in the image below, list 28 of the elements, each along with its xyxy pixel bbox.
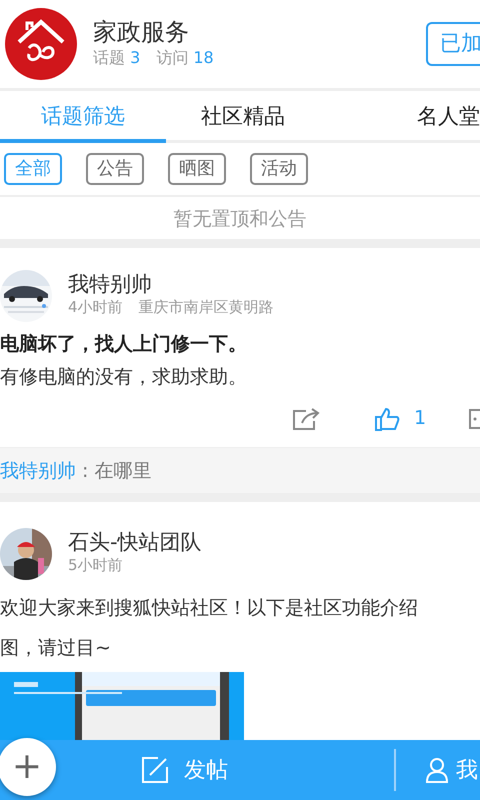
author-name: 我特别帅	[68, 273, 153, 296]
edit-icon	[142, 757, 168, 783]
filter-chip[interactable]: 全部	[4, 153, 62, 185]
tab[interactable]: 名人堂	[320, 91, 480, 143]
joined-button[interactable]: 已加	[426, 22, 480, 66]
comment-icon	[468, 408, 480, 430]
post-time: 4小时前	[68, 297, 123, 318]
filter-chip[interactable]: 晒图	[168, 153, 226, 185]
post-text: 图，请过目~	[0, 636, 112, 660]
post-time: 5小时前	[68, 554, 123, 576]
tab[interactable]: 话题筛选	[0, 91, 166, 143]
post-location: 重庆市南岸区黄明路	[138, 297, 274, 318]
person-icon	[426, 757, 448, 783]
visit-count: 访问 18	[156, 47, 214, 70]
house-logo-icon	[5, 8, 77, 80]
filter-chip[interactable]: 活动	[250, 153, 308, 185]
filter-chip[interactable]: 公告	[86, 153, 144, 185]
post-title: 电脑坏了，找人上门修一下。	[0, 332, 248, 357]
like-count: 1	[414, 406, 426, 432]
post-text: 欢迎大家来到搜狐快站社区！以下是社区功能介绍	[0, 596, 419, 620]
comment-text: 我特别帅 : 在哪里	[0, 446, 480, 492]
share-icon	[292, 406, 320, 430]
author-name: 石头-快站团队	[68, 530, 202, 554]
post-text: 有修电脑的没有，求助求助。	[0, 364, 248, 390]
topic-count: 话题 3	[93, 47, 140, 70]
community-name: 家政服务	[93, 18, 190, 46]
like-icon	[374, 406, 400, 432]
tab[interactable]: 社区精品	[166, 91, 320, 143]
